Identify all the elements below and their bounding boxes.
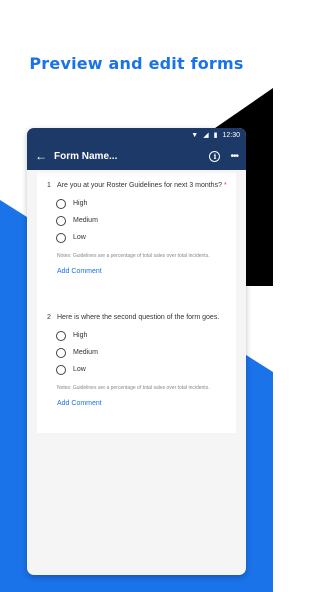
radio-button[interactable] [56,198,66,209]
required-mark: * [223,182,227,189]
question-1: 1 Are you at your Roster Guidelines for … [47,181,227,275]
option-low[interactable]: Low [56,361,227,378]
radio-button[interactable] [56,330,66,341]
option-label: Medium [73,217,98,224]
option-label: High [73,332,88,339]
option-high[interactable]: High [56,195,227,212]
radio-button[interactable] [56,215,66,226]
add-comment-link[interactable]: Add Comment [57,268,227,275]
option-label: High [73,200,88,207]
battery-icon: ▮ [213,131,218,139]
radio-button[interactable] [56,364,66,375]
question-notes: Notes: Guidelines are a percentage of to… [57,385,210,391]
status-time: 12:30 [222,131,240,139]
question-text: 1 Are you at your Roster Guidelines for … [47,181,227,191]
info-icon[interactable]: i [209,150,221,162]
back-arrow-icon[interactable]: ← [35,149,49,163]
question-2: 2 Here is where the second question of t… [47,313,227,407]
question-label: Here is where the second question of the… [57,314,220,321]
app-bar: ← Form Name... i ••• [27,142,246,170]
status-bar: ▼ ◢ ▮ 12:30 [27,128,246,142]
radio-button[interactable] [56,232,66,243]
form-title: Form Name... [54,150,118,162]
more-icon[interactable]: ••• [230,151,238,162]
question-text: 2 Here is where the second question of t… [47,313,227,323]
add-comment-link[interactable]: Add Comment [57,400,227,407]
headline: Preview and edit forms [29,54,244,73]
option-medium[interactable]: Medium [56,344,227,361]
option-low[interactable]: Low [56,229,227,246]
radio-button[interactable] [56,347,66,358]
question-number: 1 [47,182,51,189]
question-label: Are you at your Roster Guidelines for ne… [57,182,222,189]
form-card: 1 Are you at your Roster Guidelines for … [37,173,236,433]
question-notes: Notes: Guidelines are a percentage of to… [57,253,210,259]
option-label: Medium [73,349,98,356]
phone-mockup: ▼ ◢ ▮ 12:30 ← Form Name... i ••• 1 Are y… [27,128,246,575]
wifi-icon: ▼ [191,131,199,139]
option-label: Low [73,234,86,241]
question-number: 2 [47,314,51,321]
option-high[interactable]: High [56,327,227,344]
option-medium[interactable]: Medium [56,212,227,229]
option-label: Low [73,366,86,373]
signal-icon: ◢ [203,131,209,139]
